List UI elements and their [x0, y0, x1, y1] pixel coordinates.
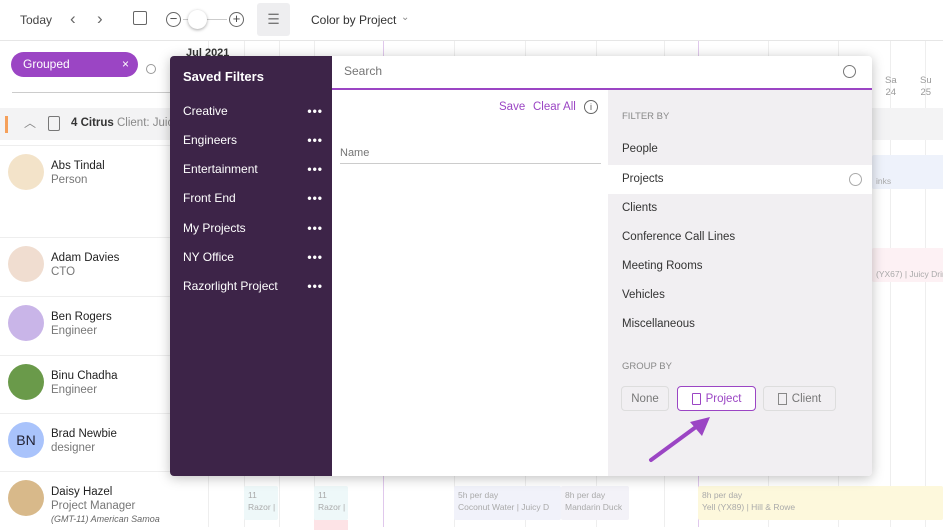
avatar [8, 364, 44, 400]
filter-editor: Save Clear All i [332, 90, 608, 476]
group-by-client-button[interactable]: Client [763, 386, 836, 411]
avatar [8, 305, 44, 341]
assignment-bar[interactable]: 8h per day Mandarin Duck [561, 486, 629, 520]
filter-option-people[interactable]: People [608, 135, 872, 164]
save-button[interactable]: Save [499, 101, 525, 113]
saved-filter-item[interactable]: My Projects ••• [183, 221, 323, 235]
search-bar [332, 56, 872, 90]
filter-modal: Saved Filters Creative ••• Engineers ••• E… [170, 56, 872, 476]
saved-filter-item[interactable]: Front End ••• [183, 191, 323, 205]
color-by-select[interactable]: Color by Project [311, 13, 396, 27]
radio-icon[interactable] [849, 173, 862, 186]
assignment-bar[interactable]: (YX67) | Juicy Drinks [872, 248, 943, 282]
more-icon[interactable]: ••• [307, 133, 323, 147]
filter-by-heading: FILTER BY [622, 111, 670, 122]
group-client: Client: Juic [117, 117, 174, 129]
chevron-left-icon[interactable]: ‹ [70, 9, 76, 29]
avatar [8, 246, 44, 282]
group-by-heading: GROUP BY [622, 361, 672, 372]
people-column: Grouped × ︿ 4 Citrus Client: Juic Abs Tin… [0, 41, 178, 527]
saved-filter-item[interactable]: Razorlight Project ••• [183, 279, 323, 293]
person-row[interactable]: Adam Davies CTO [0, 237, 178, 296]
assignment-bar[interactable]: 8h per day Yell (YX89) | Hill & Rowe [698, 486, 943, 520]
toolbar: Today ‹ › − + ☰ Color by Project ⌄ [0, 0, 943, 41]
group-row[interactable]: ︿ 4 Citrus Client: Juic [0, 108, 178, 140]
building-icon [777, 392, 787, 405]
chevron-down-icon[interactable]: ⌄ [401, 12, 409, 23]
calendar-icon[interactable] [133, 11, 147, 25]
info-icon[interactable]: i [584, 100, 598, 114]
assignment-bar[interactable]: inks [872, 155, 943, 189]
person-row[interactable]: Abs Tindal Person [0, 145, 178, 237]
group-title: 4 Citrus [71, 117, 114, 129]
zoom-out-icon[interactable]: − [166, 12, 181, 27]
more-icon[interactable]: ••• [307, 104, 323, 118]
filter-options-panel: FILTER BY People Projects Clients Confer… [608, 90, 872, 476]
saved-filter-item[interactable]: Engineers ••• [183, 133, 323, 147]
search-icon[interactable] [146, 64, 156, 74]
grouped-filter-chip[interactable]: Grouped × [11, 52, 138, 77]
person-row[interactable]: Binu Chadha Engineer [0, 355, 178, 413]
filter-option-clients[interactable]: Clients [608, 194, 872, 223]
clipboard-icon [48, 116, 60, 131]
person-row[interactable]: Ben Rogers Engineer [0, 296, 178, 355]
arrow-annotation-icon [649, 417, 710, 462]
chevron-up-icon[interactable]: ︿ [24, 114, 36, 131]
clear-all-button[interactable]: Clear All [533, 101, 576, 113]
assignment-bar[interactable]: 5h per day Coconut Water | Juicy D [454, 486, 561, 520]
day-header: Su 25 [920, 75, 932, 98]
zoom-slider-handle[interactable] [188, 10, 207, 29]
clipboard-icon [691, 392, 701, 405]
filter-option-meeting-rooms[interactable]: Meeting Rooms [608, 252, 872, 281]
saved-filter-item[interactable]: NY Office ••• [183, 250, 323, 264]
filter-option-vehicles[interactable]: Vehicles [608, 281, 872, 310]
search-icon[interactable] [843, 65, 856, 78]
assignment-bar[interactable]: 11 Razor | [244, 486, 278, 520]
group-by-project-button[interactable]: Project [677, 386, 756, 411]
name-field[interactable] [340, 142, 601, 164]
assignment-bar[interactable]: 11 Razor | [314, 486, 348, 520]
search-input[interactable] [344, 64, 824, 78]
day-header: Sa 24 [885, 75, 897, 98]
saved-filters-title: Saved Filters [183, 69, 264, 84]
more-icon[interactable]: ••• [307, 191, 323, 205]
filter-option-miscellaneous[interactable]: Miscellaneous [608, 310, 872, 339]
chevron-right-icon[interactable]: › [97, 9, 103, 29]
more-icon[interactable]: ••• [307, 250, 323, 264]
person-row[interactable]: Daisy Hazel Project Manager (GMT-11) Ameri… [0, 471, 178, 531]
avatar: BN [8, 422, 44, 458]
today-button[interactable]: Today [20, 13, 52, 27]
more-icon[interactable]: ••• [307, 221, 323, 235]
filter-option-projects[interactable]: Projects [608, 165, 872, 194]
filter-option-conference-call-lines[interactable]: Conference Call Lines [608, 223, 872, 252]
saved-filters-panel: Saved Filters Creative ••• Engineers ••• E… [170, 56, 332, 476]
group-by-none-button[interactable]: None [621, 386, 669, 411]
person-row[interactable]: BN Brad Newbie designer [0, 413, 178, 471]
zoom-in-icon[interactable]: + [229, 12, 244, 27]
close-icon[interactable]: × [122, 52, 129, 77]
avatar [8, 154, 44, 190]
more-icon[interactable]: ••• [307, 162, 323, 176]
saved-filter-item[interactable]: Entertainment ••• [183, 162, 323, 176]
more-icon[interactable]: ••• [307, 279, 323, 293]
list-view-button[interactable]: ☰ [257, 3, 290, 36]
saved-filter-item[interactable]: Creative ••• [183, 104, 323, 118]
avatar [8, 480, 44, 516]
